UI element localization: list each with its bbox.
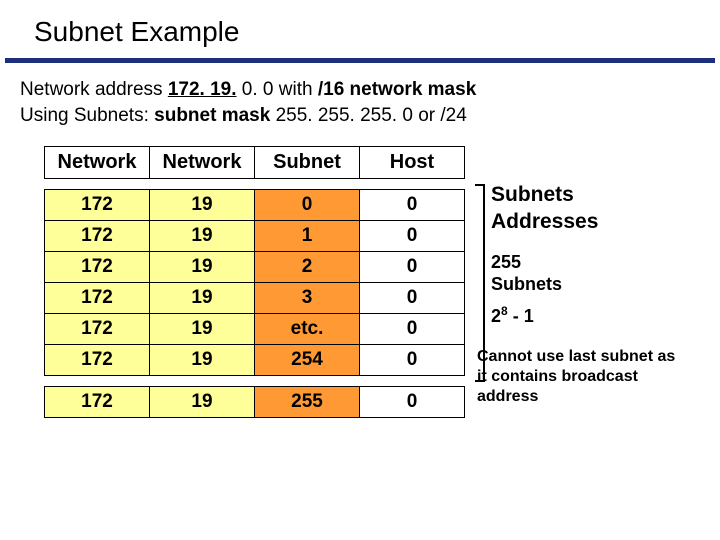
- cell-net1: 172: [45, 387, 150, 418]
- intro-addr: 172. 19.: [168, 79, 237, 100]
- formula-rest: - 1: [508, 306, 534, 326]
- note-formula: 28 - 1: [491, 304, 677, 328]
- intro-text: Network address 172. 19. 0. 0 with /16 n…: [20, 77, 700, 128]
- cell-net1: 172: [45, 221, 150, 252]
- note-subnets-addresses-l1: Subnets: [491, 182, 677, 208]
- cell-net2: 19: [150, 252, 255, 283]
- cell-subnet: etc.: [255, 314, 360, 345]
- intro-line2a: Using Subnets:: [20, 105, 154, 126]
- note-255-number: 255: [491, 252, 521, 272]
- formula-exp: 8: [501, 304, 508, 318]
- col-network1: Network: [45, 147, 150, 179]
- cell-net2: 19: [150, 387, 255, 418]
- cell-subnet: 254: [255, 345, 360, 376]
- cell-subnet: 0: [255, 190, 360, 221]
- intro-line2b: subnet mask: [154, 105, 270, 126]
- table-row: 172 19 2 0: [45, 252, 465, 283]
- note-255-label: Subnets: [491, 274, 562, 294]
- cell-subnet: 3: [255, 283, 360, 314]
- cell-net2: 19: [150, 345, 255, 376]
- table-row: 172 19 254 0: [45, 345, 465, 376]
- table-header-row: Network Network Subnet Host: [45, 147, 465, 179]
- cell-net1: 172: [45, 283, 150, 314]
- cell-host: 0: [360, 190, 465, 221]
- intro-prefix: Network address: [20, 79, 168, 100]
- note-subnets-addresses-l2: Addresses: [491, 209, 677, 235]
- slide-title: Subnet Example: [20, 10, 700, 54]
- side-notes: Subnets Addresses 255 Subnets 28 - 1 Can…: [479, 146, 677, 407]
- cell-net2: 19: [150, 221, 255, 252]
- table-row: 172 19 etc. 0: [45, 314, 465, 345]
- cell-subnet: 2: [255, 252, 360, 283]
- table-row: 172 19 3 0: [45, 283, 465, 314]
- note-broadcast-warning: Cannot use last subnet as it contains br…: [477, 347, 677, 407]
- col-host: Host: [360, 147, 465, 179]
- cell-host: 0: [360, 283, 465, 314]
- subnet-table: Network Network Subnet Host 172 19 0 0 1…: [44, 146, 465, 418]
- table-row: 172 19 1 0: [45, 221, 465, 252]
- cell-net1: 172: [45, 345, 150, 376]
- cell-host: 0: [360, 252, 465, 283]
- cell-subnet: 1: [255, 221, 360, 252]
- cell-net1: 172: [45, 190, 150, 221]
- cell-net2: 19: [150, 314, 255, 345]
- cell-net1: 172: [45, 252, 150, 283]
- table-row: 172 19 0 0: [45, 190, 465, 221]
- cell-host: 0: [360, 345, 465, 376]
- col-network2: Network: [150, 147, 255, 179]
- table-row-last: 172 19 255 0: [45, 387, 465, 418]
- cell-net1: 172: [45, 314, 150, 345]
- cell-host: 0: [360, 387, 465, 418]
- intro-line2c: 255. 255. 255. 0 or /24: [270, 105, 467, 126]
- cell-host: 0: [360, 314, 465, 345]
- cell-subnet: 255: [255, 387, 360, 418]
- col-subnet: Subnet: [255, 147, 360, 179]
- cell-net2: 19: [150, 283, 255, 314]
- intro-mask1: /16 network mask: [318, 79, 476, 100]
- bracket-icon: [473, 184, 485, 382]
- cell-host: 0: [360, 221, 465, 252]
- formula-base: 2: [491, 306, 501, 326]
- intro-suffix1: 0. 0 with: [237, 79, 318, 100]
- divider: [5, 58, 715, 63]
- cell-net2: 19: [150, 190, 255, 221]
